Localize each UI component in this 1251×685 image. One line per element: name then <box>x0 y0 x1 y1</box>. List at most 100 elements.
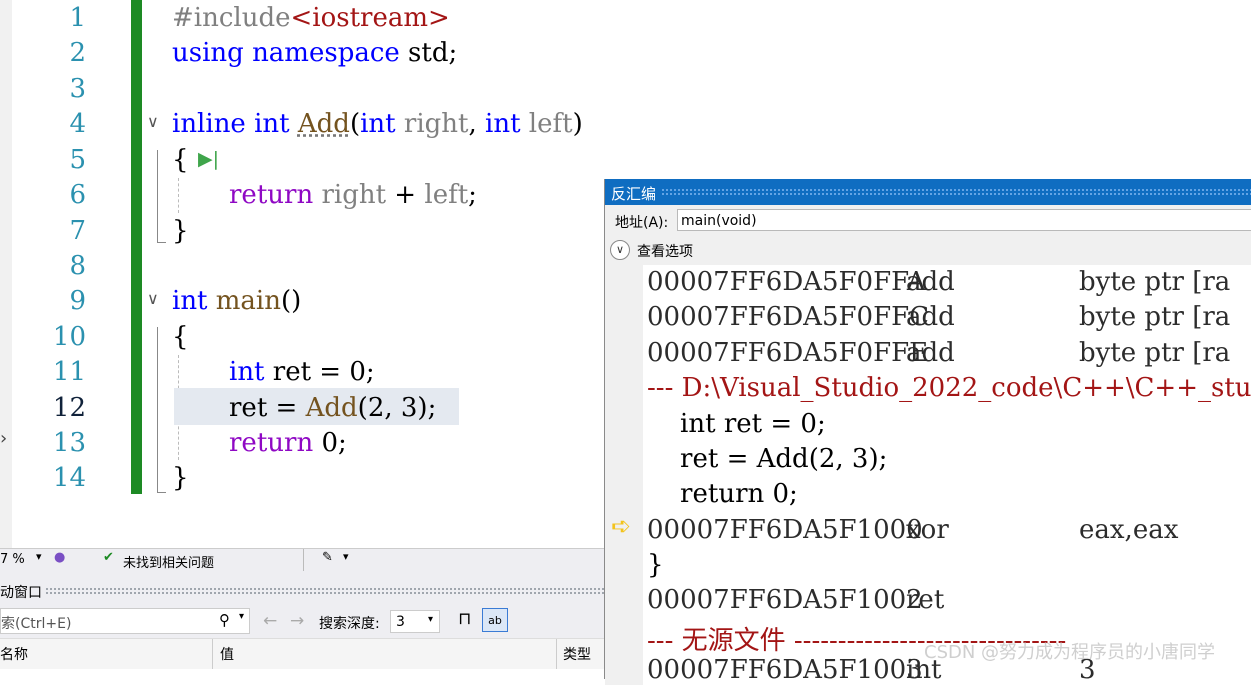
code-text: ( <box>349 109 361 139</box>
source-line[interactable]: int ret = 0; <box>647 409 826 439</box>
address-input[interactable]: main(void) <box>677 209 1251 231</box>
line-number: 3 <box>69 74 86 104</box>
column-divider <box>212 639 213 669</box>
line-number: 8 <box>69 251 86 281</box>
copilot-icon[interactable]: ● <box>54 550 65 565</box>
execution-arrow-icon: › <box>0 428 8 449</box>
editor-status-bar: 7 % ▾ ● ✔ 未找到相关问题 ✎ ▾ <box>0 548 604 573</box>
code-line-7[interactable]: } <box>172 216 189 246</box>
keyword: int <box>254 109 290 139</box>
asm-line[interactable]: 00007FF6DA5F0FFA add byte ptr [ra <box>647 267 1230 297</box>
issues-status[interactable]: 未找到相关问题 <box>123 552 214 571</box>
code-text: + <box>386 180 425 210</box>
asm-line[interactable]: 00007FF6DA5F1003 int 3 <box>647 655 1096 685</box>
chevron-down-icon[interactable]: ▾ <box>239 611 244 622</box>
asm-address: 00007FF6DA5F1003 <box>647 655 923 685</box>
asm-opcode: ret <box>906 585 945 615</box>
code-text: = <box>267 393 306 423</box>
current-instruction-arrow-icon: ➪ <box>611 512 632 540</box>
code-line-11[interactable]: int ret = 0; <box>229 357 375 387</box>
column-header-type[interactable]: 类型 <box>563 644 591 664</box>
run-to-click-icon[interactable]: ▶| <box>198 148 219 170</box>
keyword: int <box>360 109 396 139</box>
zoom-dropdown-icon[interactable]: ▾ <box>36 550 42 563</box>
line-number: 9 <box>69 286 86 316</box>
code-text: { <box>172 145 189 175</box>
source-line[interactable]: ret = Add(2, 3); <box>647 444 887 474</box>
code-text: ret <box>229 393 268 423</box>
column-header-name[interactable]: 名称 <box>0 644 28 664</box>
chevron-down-icon[interactable]: ▾ <box>343 550 349 563</box>
preprocessor-directive: #include <box>172 3 291 33</box>
editor-left-margin <box>0 0 12 548</box>
line-number: 5 <box>69 145 86 175</box>
line-number-current: 12 <box>52 393 86 423</box>
asm-line[interactable]: 00007FF6DA5F0FFE add byte ptr [ra <box>647 338 1230 368</box>
asm-line[interactable]: 00007FF6DA5F1002 ret <box>647 585 944 615</box>
back-arrow-icon[interactable]: ← <box>263 611 277 631</box>
code-line-2[interactable]: using namespace std; <box>172 38 457 68</box>
asm-opcode: add <box>906 267 955 297</box>
code-text: std; <box>399 38 458 68</box>
keyword: int <box>485 109 521 139</box>
code-line-12[interactable]: ret = Add(2, 3); <box>229 393 436 423</box>
code-line-14[interactable]: } <box>172 463 189 493</box>
parameter: left <box>528 109 573 139</box>
address-bar: 地址(A): main(void) <box>605 205 1251 237</box>
asm-address: 00007FF6DA5F0FFA <box>647 267 926 297</box>
code-text: } <box>172 216 189 246</box>
hex-display-button[interactable]: ab <box>482 608 508 632</box>
include-header: <iostream> <box>290 3 450 33</box>
fold-chevron-icon[interactable]: ∨ <box>147 289 159 308</box>
asm-operands: eax,eax <box>1079 515 1179 545</box>
titlebar-grip <box>661 188 1251 197</box>
column-header-value[interactable]: 值 <box>220 644 234 664</box>
function-name[interactable]: Add <box>298 109 350 139</box>
line-number: 11 <box>52 357 86 387</box>
source-file-separator[interactable]: --- D:\Visual_Studio_2022_code\C++\C++_s… <box>647 373 1251 403</box>
code-line-10[interactable]: { <box>172 322 189 352</box>
scope-guide <box>157 327 158 492</box>
search-input[interactable]: 索(Ctrl+E) ⚲ ▾ <box>0 608 250 634</box>
asm-line[interactable]: 00007FF6DA5F1000 xor eax,eax <box>647 515 1178 545</box>
function-name: main <box>215 286 281 316</box>
code-line-5[interactable]: { <box>172 145 189 175</box>
view-options-row[interactable]: ∨ 查看选项 <box>605 237 1251 265</box>
asm-line[interactable]: 00007FF6DA5F0FFC add byte ptr [ra <box>647 302 1230 332</box>
fold-chevron-icon[interactable]: ∨ <box>147 112 159 131</box>
code-text: ; <box>468 180 477 210</box>
code-text: , <box>468 109 486 139</box>
pin-icon[interactable]: ⊓ <box>458 609 471 629</box>
source-line[interactable]: return 0; <box>647 479 798 509</box>
code-text: { <box>172 322 189 352</box>
forward-arrow-icon[interactable]: → <box>290 611 304 631</box>
search-icon[interactable]: ⚲ <box>219 611 230 629</box>
titlebar-grip <box>45 587 604 595</box>
function-name: Add <box>305 393 358 423</box>
search-depth-value: 3 <box>396 614 405 630</box>
scope-guide <box>157 150 158 242</box>
brush-icon[interactable]: ✎ <box>322 550 333 565</box>
search-placeholder: 索(Ctrl+E) <box>1 616 72 632</box>
zoom-level[interactable]: 7 % <box>0 552 25 567</box>
code-text: } <box>172 463 189 493</box>
disassembly-titlebar[interactable]: 反汇编 <box>605 179 1251 205</box>
line-number: 14 <box>52 463 86 493</box>
disassembly-gutter <box>605 265 643 685</box>
code-line-9[interactable]: int main() <box>172 286 301 316</box>
code-line-1[interactable]: #include<iostream> <box>172 3 450 33</box>
line-number: 4 <box>69 109 86 139</box>
code-line-13[interactable]: return 0; <box>229 428 347 458</box>
code-line-4[interactable]: inline int Add(int right, int left) <box>172 109 583 139</box>
asm-opcode: add <box>906 338 955 368</box>
panel-title: 动窗口 <box>0 585 42 601</box>
code-text: () <box>281 286 302 316</box>
watermark: CSDN @努力成为程序员的小唐同学 <box>924 642 1216 663</box>
bottom-panel: 7 % ▾ ● ✔ 未找到相关问题 ✎ ▾ 动窗口 索(Ctrl+E) ⚲ ▾ … <box>0 548 604 669</box>
code-line-6[interactable]: return right + left; <box>229 180 477 210</box>
search-depth-select[interactable]: 3 ▾ <box>390 610 440 633</box>
asm-address: 00007FF6DA5F1002 <box>647 585 923 615</box>
chevron-down-icon[interactable]: ∨ <box>610 240 630 260</box>
asm-operands: byte ptr [ra <box>1079 338 1231 368</box>
source-line[interactable]: } <box>647 550 664 580</box>
